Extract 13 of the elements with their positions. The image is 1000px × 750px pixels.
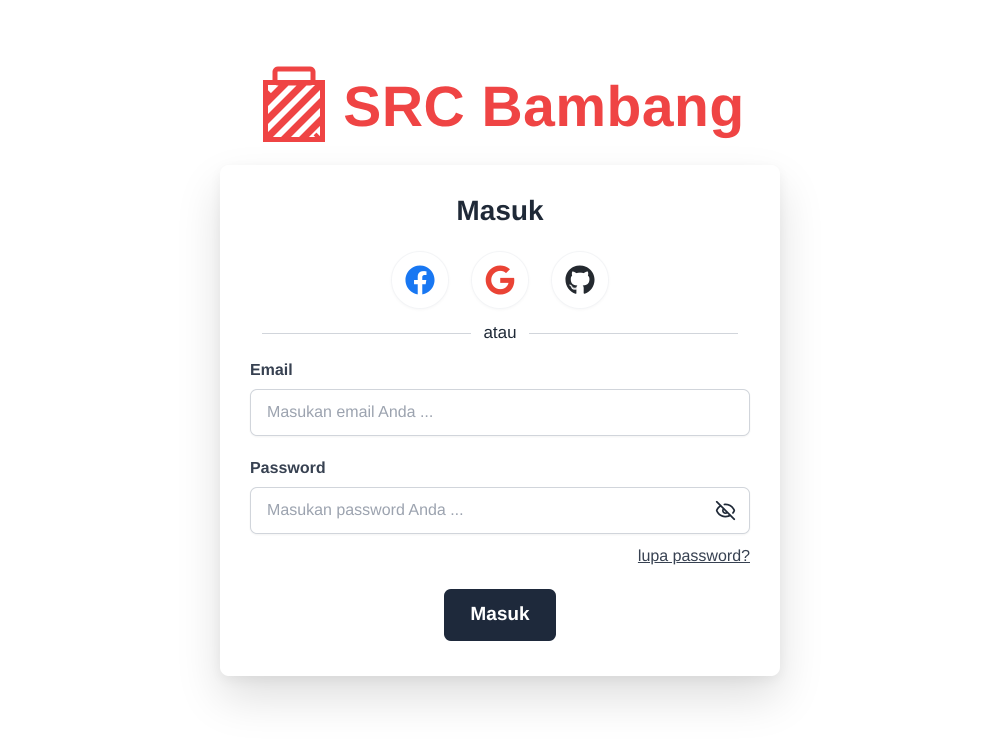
suitcase-logo-icon [263,66,326,142]
google-logo-icon [485,265,515,295]
field-label: Password [250,459,326,479]
field-label: Email [250,361,293,381]
eye-off-icon[interactable] [715,500,736,521]
password-field[interactable]: Masukan password Anda ... [250,487,750,534]
github-logo-icon [565,265,595,295]
divider-text: atau [483,322,517,344]
submit-button[interactable]: Masuk [444,589,556,641]
card-title: Masuk [456,194,544,228]
facebook-logo-icon [405,265,435,295]
forgot-password-link[interactable]: lupa password? [638,546,750,568]
email-field[interactable]: Masukan email Anda ... [250,389,750,436]
